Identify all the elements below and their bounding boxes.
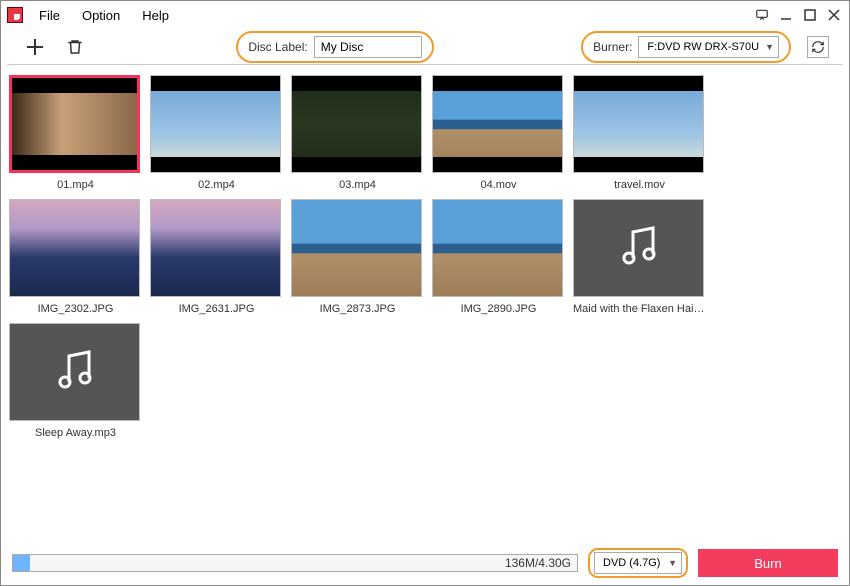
chevron-down-icon: ▼: [765, 42, 774, 52]
media-thumbnail[interactable]: [573, 199, 704, 297]
feedback-icon[interactable]: [753, 6, 771, 24]
burner-group: Burner: F:DVD RW DRX-S70U ▼: [581, 31, 791, 63]
media-label: 02.mp4: [150, 179, 283, 191]
media-label: Maid with the Flaxen Hair....: [573, 303, 706, 315]
media-item[interactable]: 03.mp4: [291, 75, 424, 191]
media-item[interactable]: travel.mov: [573, 75, 706, 191]
media-thumbnail[interactable]: [150, 199, 281, 297]
chevron-down-icon: ▼: [668, 558, 677, 568]
media-thumbnail[interactable]: [432, 199, 563, 297]
media-item[interactable]: IMG_2302.JPG: [9, 199, 142, 315]
capacity-bar: 136M/4.30G: [12, 554, 578, 572]
media-item[interactable]: IMG_2890.JPG: [432, 199, 565, 315]
menubar: File Option Help: [1, 1, 849, 29]
burner-value: F:DVD RW DRX-S70U: [647, 41, 759, 53]
media-thumbnail[interactable]: [9, 199, 140, 297]
media-thumbnail[interactable]: [9, 75, 140, 173]
music-icon: [615, 222, 663, 275]
refresh-button[interactable]: [807, 36, 829, 58]
media-item[interactable]: 04.mov: [432, 75, 565, 191]
maximize-icon[interactable]: [801, 6, 819, 24]
media-thumbnail[interactable]: [432, 75, 563, 173]
delete-button[interactable]: [61, 33, 89, 61]
app-icon: [7, 7, 23, 23]
disc-type-group: DVD (4.7G) ▼: [588, 548, 688, 578]
burner-label: Burner:: [593, 40, 632, 54]
burner-select[interactable]: F:DVD RW DRX-S70U ▼: [638, 36, 779, 58]
media-grid: 01.mp4 02.mp4 03.mp4 04.mov travel.mov IMG_23…: [1, 65, 849, 525]
media-item[interactable]: Sleep Away.mp3: [9, 323, 142, 439]
media-thumbnail[interactable]: [291, 199, 422, 297]
disc-label-group: Disc Label:: [236, 31, 433, 63]
toolbar: Disc Label: Burner: F:DVD RW DRX-S70U ▼: [7, 29, 843, 65]
media-item[interactable]: 02.mp4: [150, 75, 283, 191]
media-item[interactable]: 01.mp4: [9, 75, 142, 191]
media-label: 01.mp4: [9, 179, 142, 191]
music-icon: [51, 346, 99, 399]
media-label: travel.mov: [573, 179, 706, 191]
media-label: IMG_2631.JPG: [150, 303, 283, 315]
media-thumbnail[interactable]: [9, 323, 140, 421]
media-item[interactable]: IMG_2631.JPG: [150, 199, 283, 315]
menu-help[interactable]: Help: [132, 5, 179, 26]
minimize-icon[interactable]: [777, 6, 795, 24]
media-label: IMG_2873.JPG: [291, 303, 424, 315]
close-icon[interactable]: [825, 6, 843, 24]
media-label: 03.mp4: [291, 179, 424, 191]
burn-button[interactable]: Burn: [698, 549, 838, 577]
capacity-text: 136M/4.30G: [505, 556, 571, 570]
media-label: IMG_2890.JPG: [432, 303, 565, 315]
disc-type-select[interactable]: DVD (4.7G) ▼: [594, 552, 682, 574]
menu-file[interactable]: File: [29, 5, 70, 26]
media-item[interactable]: Maid with the Flaxen Hair....: [573, 199, 706, 315]
media-thumbnail[interactable]: [291, 75, 422, 173]
disc-label-input[interactable]: [314, 36, 422, 58]
disc-label-text: Disc Label:: [248, 40, 307, 54]
media-label: Sleep Away.mp3: [9, 427, 142, 439]
media-item[interactable]: IMG_2873.JPG: [291, 199, 424, 315]
capacity-fill: [13, 555, 30, 571]
add-button[interactable]: [21, 33, 49, 61]
disc-type-value: DVD (4.7G): [603, 557, 660, 569]
media-label: IMG_2302.JPG: [9, 303, 142, 315]
bottom-bar: 136M/4.30G DVD (4.7G) ▼ Burn: [0, 540, 850, 586]
media-thumbnail[interactable]: [573, 75, 704, 173]
media-label: 04.mov: [432, 179, 565, 191]
menu-option[interactable]: Option: [72, 5, 130, 26]
media-thumbnail[interactable]: [150, 75, 281, 173]
